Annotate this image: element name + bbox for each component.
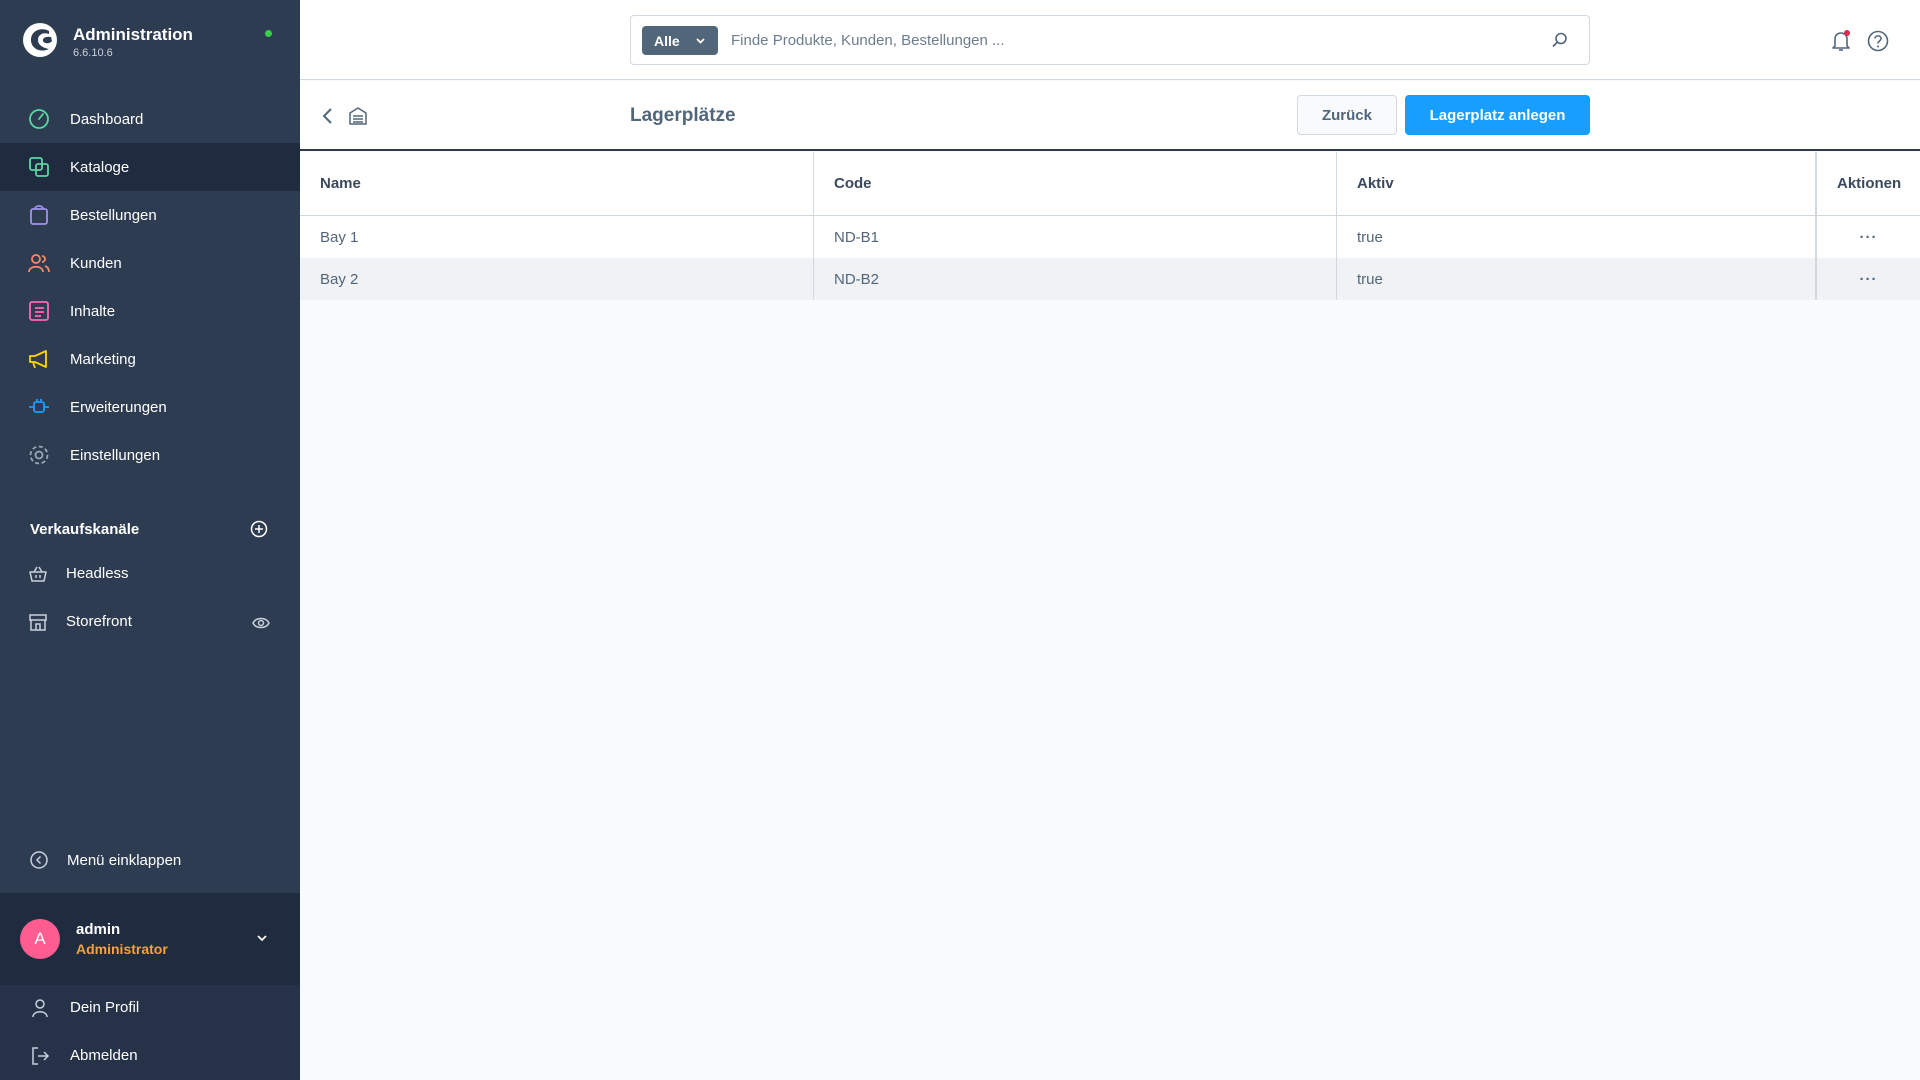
global-search: Alle <box>630 15 1590 65</box>
storefront-icon <box>29 614 47 631</box>
sidebar-item-content[interactable]: Inhalte <box>0 287 300 335</box>
collapse-menu-label: Menü einklappen <box>67 852 182 869</box>
sidebar-item-catalogues[interactable]: Kataloge <box>0 143 300 191</box>
marketing-icon <box>29 350 47 369</box>
profile-link[interactable]: Dein Profil <box>0 985 300 1031</box>
sidebar-item-label: Inhalte <box>70 302 116 320</box>
chevron-left-icon[interactable] <box>320 105 336 127</box>
sidebar-item-label: Dashboard <box>70 110 144 128</box>
sales-channels-heading: Verkaufskanäle <box>30 521 140 538</box>
collapse-menu-button[interactable]: Menü einklappen <box>0 837 300 885</box>
cell-active: true <box>1337 258 1816 300</box>
sidebar: Administration 6.6.10.6 Dashboard Katalo… <box>0 0 300 1080</box>
sales-channel-storefront[interactable]: Storefront <box>0 598 300 646</box>
sidebar-item-customers[interactable]: Kunden <box>0 239 300 287</box>
user-role: Administrator <box>76 941 168 957</box>
account-links: Dein Profil Abmelden <box>0 985 300 1080</box>
chevron-left-circle-icon <box>30 851 48 869</box>
search-type-select[interactable]: Alle <box>642 26 718 55</box>
user-name: admin <box>76 921 121 938</box>
sidebar-item-label: Erweiterungen <box>70 398 167 416</box>
customers-icon <box>28 254 50 273</box>
column-header-active[interactable]: Aktiv <box>1337 152 1816 215</box>
create-storage-location-button[interactable]: Lagerplatz anlegen <box>1405 95 1590 135</box>
table-header-row: Name Code Aktiv Aktionen <box>300 152 1920 216</box>
add-sales-channel-icon[interactable] <box>250 520 268 538</box>
column-header-actions: Aktionen <box>1816 152 1920 215</box>
profile-label: Dein Profil <box>70 999 140 1016</box>
cell-code: ND-B1 <box>814 216 1337 258</box>
warehouse-icon <box>349 107 367 125</box>
cell-active: true <box>1337 216 1816 258</box>
basket-icon <box>29 566 47 582</box>
sidebar-item-marketing[interactable]: Marketing <box>0 335 300 383</box>
sidebar-item-extensions[interactable]: Erweiterungen <box>0 383 300 431</box>
shopware-logo-icon[interactable] <box>22 22 58 58</box>
table-row[interactable]: Bay 2 ND-B2 true ··· <box>300 258 1920 300</box>
content-icon <box>29 301 49 321</box>
eye-icon[interactable] <box>252 614 270 632</box>
logout-label: Abmelden <box>70 1047 138 1064</box>
back-button[interactable]: Zurück <box>1297 95 1397 135</box>
cell-name: Bay 1 <box>300 216 814 258</box>
cell-name: Bay 2 <box>300 258 814 300</box>
cell-code: ND-B2 <box>814 258 1337 300</box>
sidebar-item-dashboard[interactable]: Dashboard <box>0 95 300 143</box>
orders-icon <box>30 205 48 225</box>
settings-icon <box>29 445 49 465</box>
row-actions-button[interactable]: ··· <box>1816 216 1920 258</box>
extensions-icon <box>29 399 49 413</box>
sidebar-item-label: Bestellungen <box>70 206 157 224</box>
sidebar-item-label: Einstellungen <box>70 446 161 464</box>
user-menu[interactable]: A admin Administrator <box>0 893 300 985</box>
sales-channel-label: Storefront <box>66 613 132 630</box>
table-row[interactable]: Bay 1 ND-B1 true ··· <box>300 216 1920 258</box>
brand-header: Administration 6.6.10.6 <box>0 0 300 86</box>
search-input[interactable] <box>731 26 1531 55</box>
topbar: Alle <box>300 0 1920 80</box>
notification-bell-icon[interactable] <box>1829 29 1853 53</box>
app-title: Administration <box>73 25 193 44</box>
page-title: Lagerplätze <box>630 105 736 126</box>
storage-locations-table: Name Code Aktiv Aktionen Bay 1 ND-B1 tru… <box>300 152 1920 300</box>
online-status-dot <box>265 30 272 37</box>
smart-bar: Lagerplätze Zurück Lagerplatz anlegen <box>300 81 1920 151</box>
dashboard-icon <box>29 109 49 129</box>
user-icon <box>32 999 48 1018</box>
sidebar-item-label: Kunden <box>70 254 122 272</box>
chevron-down-icon <box>257 935 267 942</box>
search-type-label: Alle <box>654 33 680 49</box>
logout-link[interactable]: Abmelden <box>0 1033 300 1079</box>
logout-icon <box>32 1047 50 1065</box>
chevron-down-icon <box>696 38 705 44</box>
sales-channel-label: Headless <box>66 565 129 582</box>
help-icon[interactable] <box>1866 29 1890 53</box>
column-header-code[interactable]: Code <box>814 152 1337 215</box>
sidebar-item-orders[interactable]: Bestellungen <box>0 191 300 239</box>
sales-channel-headless[interactable]: Headless <box>0 550 300 598</box>
row-actions-button[interactable]: ··· <box>1816 258 1920 300</box>
avatar: A <box>20 919 60 959</box>
search-icon[interactable] <box>1551 31 1569 49</box>
sidebar-item-label: Kataloge <box>70 158 130 176</box>
app-version: 6.6.10.6 <box>73 47 113 59</box>
column-header-name[interactable]: Name <box>300 152 814 215</box>
sidebar-item-settings[interactable]: Einstellungen <box>0 431 300 479</box>
sidebar-item-label: Marketing <box>70 350 136 368</box>
catalog-icon <box>29 157 49 177</box>
